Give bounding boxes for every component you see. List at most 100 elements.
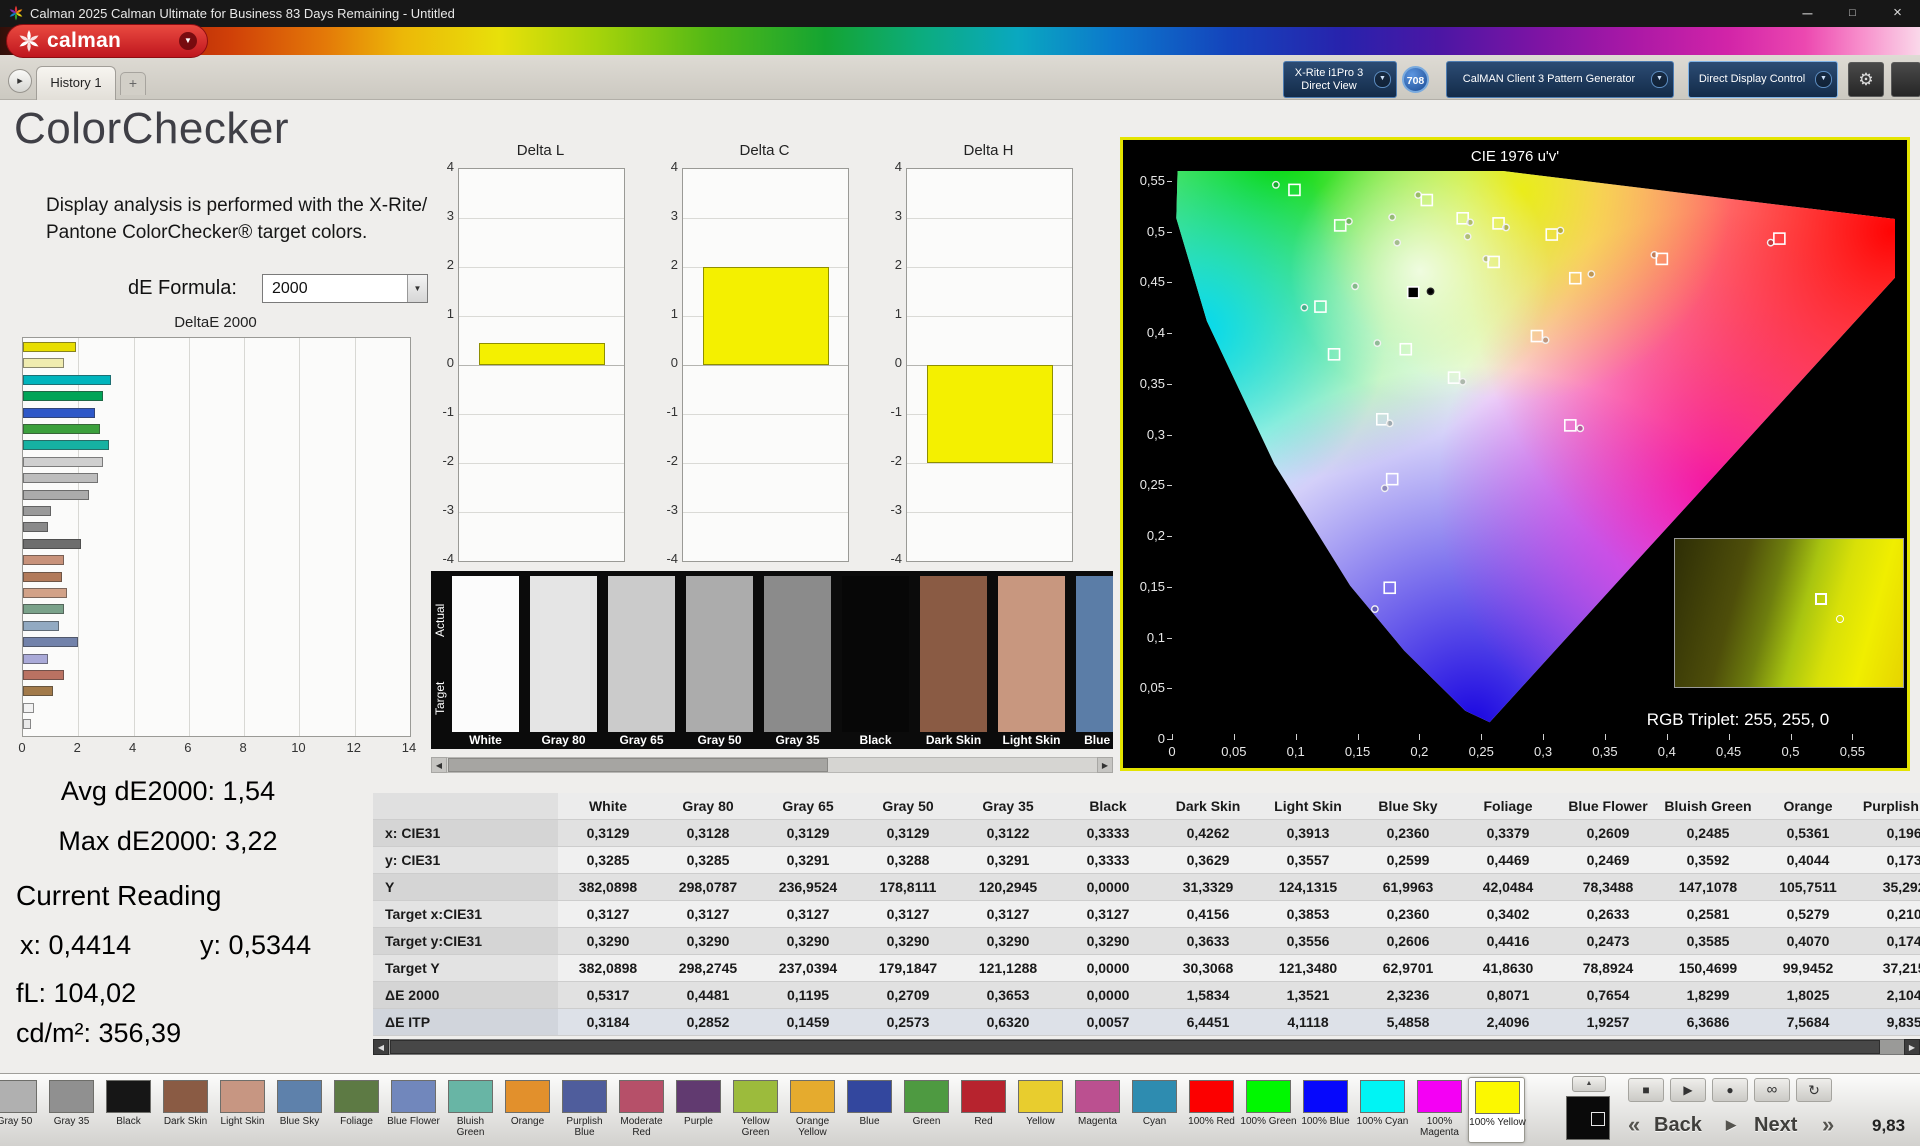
delta-bar — [927, 365, 1053, 463]
patch-button-purplish-blue[interactable]: Purplish Blue — [556, 1077, 613, 1143]
table-row: Y 382,0898 298,0787 236,9524 178,8111 120,294… — [373, 874, 1920, 901]
table-scrollbar[interactable]: ◀ ▶ — [373, 1039, 1920, 1055]
gear-icon[interactable]: ⚙ — [1848, 62, 1884, 97]
calman-logo-button[interactable]: calman ▼ — [6, 24, 208, 58]
table-cell: 2,4096 — [1458, 1009, 1558, 1036]
display-control-dropdown[interactable]: Direct Display Control ▼ — [1688, 61, 1838, 98]
patch-button-orange[interactable]: Orange — [499, 1077, 556, 1143]
patch-button-purple[interactable]: Purple — [670, 1077, 727, 1143]
patch-button-yellow[interactable]: Yellow — [1012, 1077, 1069, 1143]
back-button[interactable]: Back — [1654, 1110, 1702, 1140]
tick-mark — [1167, 434, 1172, 436]
x-tick-label: 0,05 — [1221, 744, 1247, 759]
maximize-icon[interactable]: □ — [1830, 0, 1875, 27]
gridline — [907, 267, 1072, 268]
logo-menu-caret-icon[interactable]: ▼ — [179, 32, 197, 50]
patch-button-gray-35[interactable]: Gray 35 — [43, 1077, 100, 1143]
pattern-generator-dropdown[interactable]: CalMAN Client 3 Pattern Generator ▼ — [1446, 61, 1674, 98]
gridline — [188, 338, 190, 736]
y-tick-label: 4 — [670, 159, 678, 174]
scrollbar-thumb[interactable] — [448, 758, 828, 772]
cie-measured-marker — [1541, 336, 1550, 345]
patch-button-blue-flower[interactable]: Blue Flower — [385, 1077, 442, 1143]
tab-history-1[interactable]: History 1 — [36, 66, 116, 100]
meter-dropdown[interactable]: X-Rite i1Pro 3 Direct View ▼ — [1283, 61, 1397, 98]
add-tab-button[interactable]: + — [120, 72, 146, 95]
patch-button-gray-50[interactable]: Gray 50 — [0, 1077, 43, 1143]
table-cell: 0,3127 — [1058, 901, 1158, 928]
patch-label: Light Skin — [220, 1116, 265, 1127]
close-icon[interactable]: × — [1875, 0, 1920, 27]
table-cell: 0,2469 — [1558, 847, 1658, 874]
minimize-icon[interactable]: ─ — [1785, 0, 1830, 27]
patch-swatch — [676, 1080, 721, 1113]
table-cell: 0,3379 — [1458, 820, 1558, 847]
patch-label: Magenta — [1078, 1116, 1117, 1127]
patch-button-orange-yellow[interactable]: Orange Yellow — [784, 1077, 841, 1143]
patch-button-bluish-green[interactable]: Bluish Green — [442, 1077, 499, 1143]
table-cell: 0,3290 — [758, 928, 858, 955]
patch-button-moderate-red[interactable]: Moderate Red — [613, 1077, 670, 1143]
deltae-chart-title: DeltaE 2000 — [174, 314, 257, 331]
cie-measured-marker — [1502, 223, 1510, 232]
table-cell: 1,8025 — [1758, 982, 1858, 1009]
patch-button-100-red[interactable]: 100% Red — [1183, 1077, 1240, 1143]
swatch-label: Gray 50 — [697, 733, 742, 747]
patch-button-100-blue[interactable]: 100% Blue — [1297, 1077, 1354, 1143]
patch-button-light-skin[interactable]: Light Skin — [214, 1077, 271, 1143]
y-tick-label: 1 — [894, 306, 902, 321]
patch-button-cyan[interactable]: Cyan — [1126, 1077, 1183, 1143]
patch-button-green[interactable]: Green — [898, 1077, 955, 1143]
patch-button-blue-sky[interactable]: Blue Sky — [271, 1077, 328, 1143]
pattern-preview-button[interactable] — [1566, 1096, 1610, 1140]
y-tick-label: 0 — [894, 355, 902, 370]
delta-l-plot — [458, 168, 625, 562]
scroll-right-icon[interactable]: ▶ — [1904, 1039, 1920, 1055]
y-tick-label: 0 — [670, 355, 678, 370]
scroll-right-icon[interactable]: ▶ — [1097, 757, 1113, 773]
scrollbar-thumb[interactable] — [390, 1040, 1880, 1054]
patch-button-magenta[interactable]: Magenta — [1069, 1077, 1126, 1143]
de-formula-select[interactable]: 2000 ▼ — [262, 274, 428, 303]
up-icon[interactable]: ▲ — [1572, 1076, 1606, 1092]
scroll-left-icon[interactable]: ◀ — [431, 757, 447, 773]
next-chevrons-icon[interactable]: » — [1822, 1110, 1834, 1140]
infinity-icon[interactable]: ∞ — [1754, 1078, 1790, 1102]
table-cell: 0,3122 — [958, 820, 1058, 847]
swatch-scrollbar[interactable]: ◀ ▶ — [431, 757, 1113, 773]
current-reading-label: Current Reading — [16, 880, 222, 911]
next-button[interactable]: Next — [1754, 1110, 1797, 1140]
patch-button-foliage[interactable]: Foliage — [328, 1077, 385, 1143]
de-formula-label: dE Formula: — [128, 277, 237, 299]
record-icon[interactable]: ● — [1712, 1078, 1748, 1102]
back-chevrons-icon[interactable]: « — [1628, 1110, 1640, 1140]
patch-button-100-green[interactable]: 100% Green — [1240, 1077, 1297, 1143]
cie-measured-marker — [1351, 282, 1359, 291]
meter-status-badge[interactable]: 708 — [1402, 66, 1429, 93]
patch-button-100-cyan[interactable]: 100% Cyan — [1354, 1077, 1411, 1143]
patch-button-red[interactable]: Red — [955, 1077, 1012, 1143]
y-tick-label: 0,4 — [1146, 325, 1165, 340]
loop-icon[interactable]: ↻ — [1796, 1078, 1832, 1102]
patch-button-blue[interactable]: Blue — [841, 1077, 898, 1143]
patch-button-black[interactable]: Black — [100, 1077, 157, 1143]
tick-mark — [1167, 333, 1172, 334]
actual-row-label: Actual — [433, 603, 447, 637]
scroll-left-icon[interactable]: ◀ — [373, 1039, 389, 1055]
table-cell: 0,4416 — [1458, 928, 1558, 955]
patch-button-yellow-green[interactable]: Yellow Green — [727, 1077, 784, 1143]
de-bar — [23, 670, 65, 680]
patch-button-100-yellow[interactable]: 100% Yellow — [1468, 1077, 1526, 1143]
gridline — [683, 365, 848, 366]
nav-play-icon[interactable]: ▶ — [1726, 1110, 1736, 1140]
patch-label: Foliage — [340, 1116, 373, 1127]
play-icon[interactable]: ▶ — [1670, 1078, 1706, 1102]
patch-button-dark-skin[interactable]: Dark Skin — [157, 1077, 214, 1143]
swatch-target-gray-65 — [608, 662, 675, 732]
secondary-settings-button[interactable] — [1891, 62, 1920, 97]
tab-nav-icon[interactable]: ▸ — [8, 69, 32, 93]
patch-button-100-magenta[interactable]: 100% Magenta — [1411, 1077, 1468, 1143]
stop-icon[interactable]: ■ — [1628, 1078, 1664, 1102]
patch-swatch — [1475, 1081, 1520, 1114]
de-bar — [23, 571, 62, 582]
